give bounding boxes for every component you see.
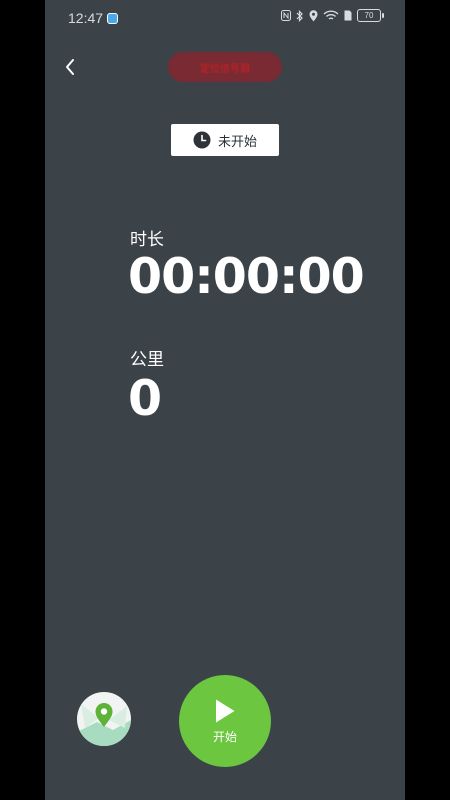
chevron-left-icon bbox=[66, 59, 74, 75]
status-icons: 70 bbox=[281, 9, 384, 22]
sim-icon bbox=[344, 10, 352, 21]
notification-dot-icon bbox=[107, 13, 118, 24]
duration-label: 时长 bbox=[130, 230, 164, 250]
session-state-chip: 未开始 bbox=[171, 124, 279, 156]
app-screen: 12:47 70 定位信号弱 未开始 时长 00:00:00 公里 0 开始 bbox=[45, 0, 405, 800]
battery-icon: 70 bbox=[357, 9, 384, 22]
location-icon bbox=[309, 9, 318, 21]
status-bar: 12:47 70 bbox=[45, 0, 405, 36]
distance-label: 公里 bbox=[130, 350, 164, 370]
session-state-label: 未开始 bbox=[217, 134, 257, 150]
nfc-icon bbox=[281, 10, 291, 21]
duration-value: 00:00:00 bbox=[128, 248, 365, 305]
clock-icon bbox=[193, 131, 211, 149]
map-button[interactable] bbox=[77, 692, 131, 746]
play-icon bbox=[216, 699, 235, 722]
bluetooth-icon bbox=[296, 9, 303, 22]
map-pin-icon bbox=[77, 703, 131, 746]
distance-value: 0 bbox=[128, 370, 162, 427]
back-button[interactable] bbox=[55, 52, 85, 82]
status-time: 12:47 bbox=[68, 10, 104, 26]
start-button-label: 开始 bbox=[212, 729, 237, 744]
start-button[interactable]: 开始 bbox=[179, 675, 271, 767]
gps-signal-badge: 定位信号弱 bbox=[168, 52, 282, 82]
wifi-icon bbox=[323, 10, 339, 20]
